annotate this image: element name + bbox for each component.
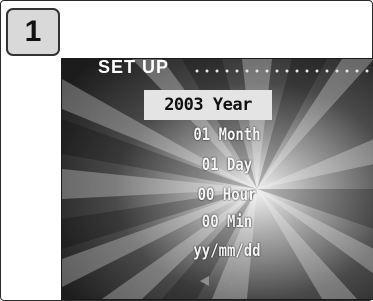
menu-item-hour[interactable]: 00 Hour [141, 185, 313, 205]
title-dotted-line [192, 69, 372, 73]
menu-item-year[interactable]: 2003 Year [144, 90, 272, 120]
camera-lcd-screen: SET UP 2003 Year 01 Month 01 Day 00 Hour… [61, 58, 373, 300]
menu-item-min[interactable]: 00 Min [141, 212, 313, 232]
menu-item-day[interactable]: 01 Day [141, 155, 313, 175]
menu-item-date-format[interactable]: yy/mm/dd [141, 241, 313, 261]
right-arrow-icon[interactable] [230, 276, 239, 286]
left-arrow-icon[interactable] [200, 276, 209, 286]
navigation-arrows [194, 273, 244, 289]
instruction-page: 1 SET UP 2003 Year 01 Month 01 Day 00 Ho… [0, 0, 373, 301]
menu-item-month[interactable]: 01 Month [141, 125, 313, 145]
setup-title: SET UP [98, 58, 170, 77]
step-number-badge: 1 [6, 8, 60, 56]
